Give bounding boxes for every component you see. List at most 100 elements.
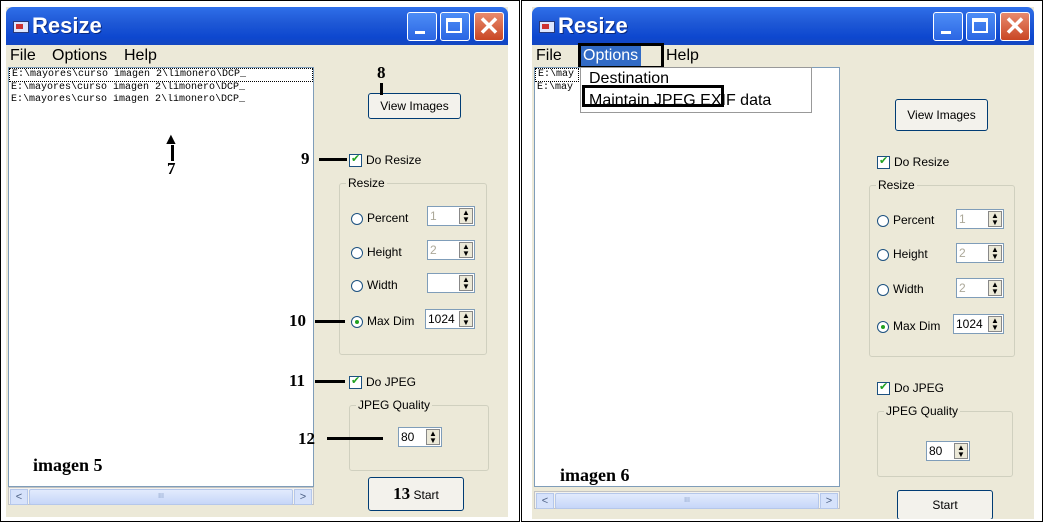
radio-icon: [351, 212, 363, 225]
scroll-thumb[interactable]: III: [555, 493, 819, 509]
view-images-button[interactable]: View Images: [895, 99, 988, 131]
resize-group-label: Resize: [346, 176, 387, 190]
horizontal-scrollbar[interactable]: < III >: [534, 491, 840, 509]
width-radio[interactable]: Width: [877, 282, 924, 296]
width-spinner[interactable]: 2 ▲ ▼: [956, 278, 1004, 298]
spin-arrows-icon[interactable]: ▲ ▼: [459, 208, 473, 224]
height-value: 2: [430, 243, 437, 257]
menu-options[interactable]: Options: [52, 47, 107, 65]
annotation-line-9: [319, 158, 347, 161]
resize-group-label: Resize: [876, 178, 917, 192]
window-title: Resize: [32, 13, 102, 38]
radio-selected-icon: [351, 315, 363, 328]
max-dim-radio[interactable]: Max Dim: [877, 319, 940, 333]
do-jpeg-checkbox[interactable]: Do JPEG: [877, 380, 944, 396]
maximize-icon: [446, 18, 462, 33]
spin-arrows-icon[interactable]: ▲ ▼: [459, 311, 473, 327]
percent-spinner[interactable]: 1 ▲ ▼: [427, 206, 475, 226]
percent-radio[interactable]: Percent: [351, 211, 408, 225]
do-resize-checkbox[interactable]: Do Resize: [349, 152, 422, 168]
annotation-line-10: [315, 320, 345, 323]
view-images-button[interactable]: View Images: [368, 93, 461, 119]
max-dim-spinner[interactable]: 1024 ▲ ▼: [953, 314, 1004, 334]
title-bar[interactable]: Resize ✕: [532, 7, 1034, 45]
spin-arrows-icon[interactable]: ▲ ▼: [459, 275, 473, 291]
list-item[interactable]: E:\may: [535, 68, 579, 82]
spin-arrows-icon[interactable]: ▲ ▼: [459, 242, 473, 258]
radio-icon: [877, 248, 889, 261]
do-resize-label: Do Resize: [894, 155, 950, 169]
list-item[interactable]: E:\mayores\curso imagen 2\limonero\DCP_: [9, 94, 313, 106]
height-value: 2: [959, 246, 966, 260]
menu-file[interactable]: File: [10, 47, 36, 65]
list-item[interactable]: E:\mayores\curso imagen 2\limonero\DCP_: [9, 68, 313, 82]
jpeg-quality-spinner[interactable]: 80 ▲ ▼: [398, 427, 442, 447]
minimize-button[interactable]: [407, 12, 437, 41]
percent-spinner[interactable]: 1 ▲ ▼: [956, 209, 1004, 229]
minimize-button[interactable]: [933, 12, 963, 41]
maximize-button[interactable]: [440, 12, 470, 41]
maximize-icon: [972, 18, 988, 33]
caption-imagen-5: imagen 5: [33, 455, 103, 475]
percent-radio[interactable]: Percent: [877, 213, 934, 227]
scroll-left-icon[interactable]: <: [10, 489, 28, 505]
scroll-thumb[interactable]: III: [29, 489, 293, 505]
app-icon: [539, 21, 555, 33]
jpeg-quality-label: JPEG Quality: [356, 398, 433, 412]
jpeg-quality-label: JPEG Quality: [884, 404, 961, 418]
menu-help[interactable]: Help: [666, 47, 699, 65]
spin-arrows-icon[interactable]: ▲ ▼: [988, 245, 1002, 261]
spin-arrows-icon[interactable]: ▲ ▼: [426, 429, 440, 445]
height-radio[interactable]: Height: [351, 245, 402, 259]
close-icon: ✕: [478, 11, 500, 41]
max-dim-label: Max Dim: [893, 319, 941, 333]
annotation-7: 7: [167, 159, 176, 178]
percent-value: 1: [430, 209, 437, 223]
file-list[interactable]: E:\mayores\curso imagen 2\limonero\DCP_ …: [8, 67, 314, 487]
percent-label: Percent: [893, 213, 935, 227]
close-button[interactable]: ✕: [1000, 12, 1030, 41]
radio-icon: [877, 214, 889, 227]
do-jpeg-checkbox[interactable]: Do JPEG: [349, 374, 416, 390]
start-button[interactable]: 13 Start: [368, 477, 464, 511]
horizontal-scrollbar[interactable]: < III >: [8, 487, 314, 505]
scroll-right-icon[interactable]: >: [294, 489, 312, 505]
do-resize-checkbox[interactable]: Do Resize: [877, 154, 950, 170]
annotation-line-12: [327, 437, 383, 440]
spin-arrows-icon[interactable]: ▲ ▼: [954, 443, 968, 459]
radio-selected-icon: [877, 320, 889, 333]
max-dim-spinner[interactable]: 1024 ▲ ▼: [425, 309, 475, 329]
title-bar[interactable]: Resize ✕: [6, 7, 508, 45]
width-radio[interactable]: Width: [351, 278, 398, 292]
list-item[interactable]: E:\mayores\curso imagen 2\limonero\DCP_: [9, 82, 313, 94]
percent-label: Percent: [367, 211, 409, 225]
do-resize-label: Do Resize: [366, 153, 422, 167]
scroll-right-icon[interactable]: >: [820, 493, 838, 509]
height-radio[interactable]: Height: [877, 247, 928, 261]
maximize-button[interactable]: [966, 12, 996, 41]
annotation-12: 12: [298, 429, 315, 448]
resize-window: Resize ✕ File Options Help E:\mayores\cu…: [6, 7, 508, 517]
spin-arrows-icon[interactable]: ▲ ▼: [988, 280, 1002, 296]
quality-value: 80: [929, 444, 943, 458]
check-icon: [349, 374, 362, 390]
height-spinner[interactable]: 2 ▲ ▼: [427, 240, 475, 260]
menu-file[interactable]: File: [536, 47, 562, 65]
check-icon: [877, 380, 890, 396]
height-spinner[interactable]: 2 ▲ ▼: [956, 243, 1004, 263]
app-icon: [13, 21, 29, 33]
resize-window: Resize ✕ File Options Help E:\may E:\may…: [532, 7, 1034, 519]
window-title: Resize: [558, 13, 628, 38]
jpeg-quality-spinner[interactable]: 80 ▲ ▼: [926, 441, 970, 461]
spin-arrows-icon[interactable]: ▲ ▼: [988, 211, 1002, 227]
start-button[interactable]: Start: [897, 490, 993, 519]
spin-arrows-icon[interactable]: ▲ ▼: [988, 316, 1002, 332]
close-button[interactable]: ✕: [474, 12, 504, 41]
file-list[interactable]: E:\may E:\may: [534, 67, 840, 487]
scroll-left-icon[interactable]: <: [536, 493, 554, 509]
menu-help[interactable]: Help: [124, 47, 157, 65]
check-icon: [349, 152, 362, 168]
max-dim-radio[interactable]: Max Dim: [351, 314, 414, 328]
options-highlight-box: [578, 43, 664, 69]
width-spinner[interactable]: ▲ ▼: [427, 273, 475, 293]
